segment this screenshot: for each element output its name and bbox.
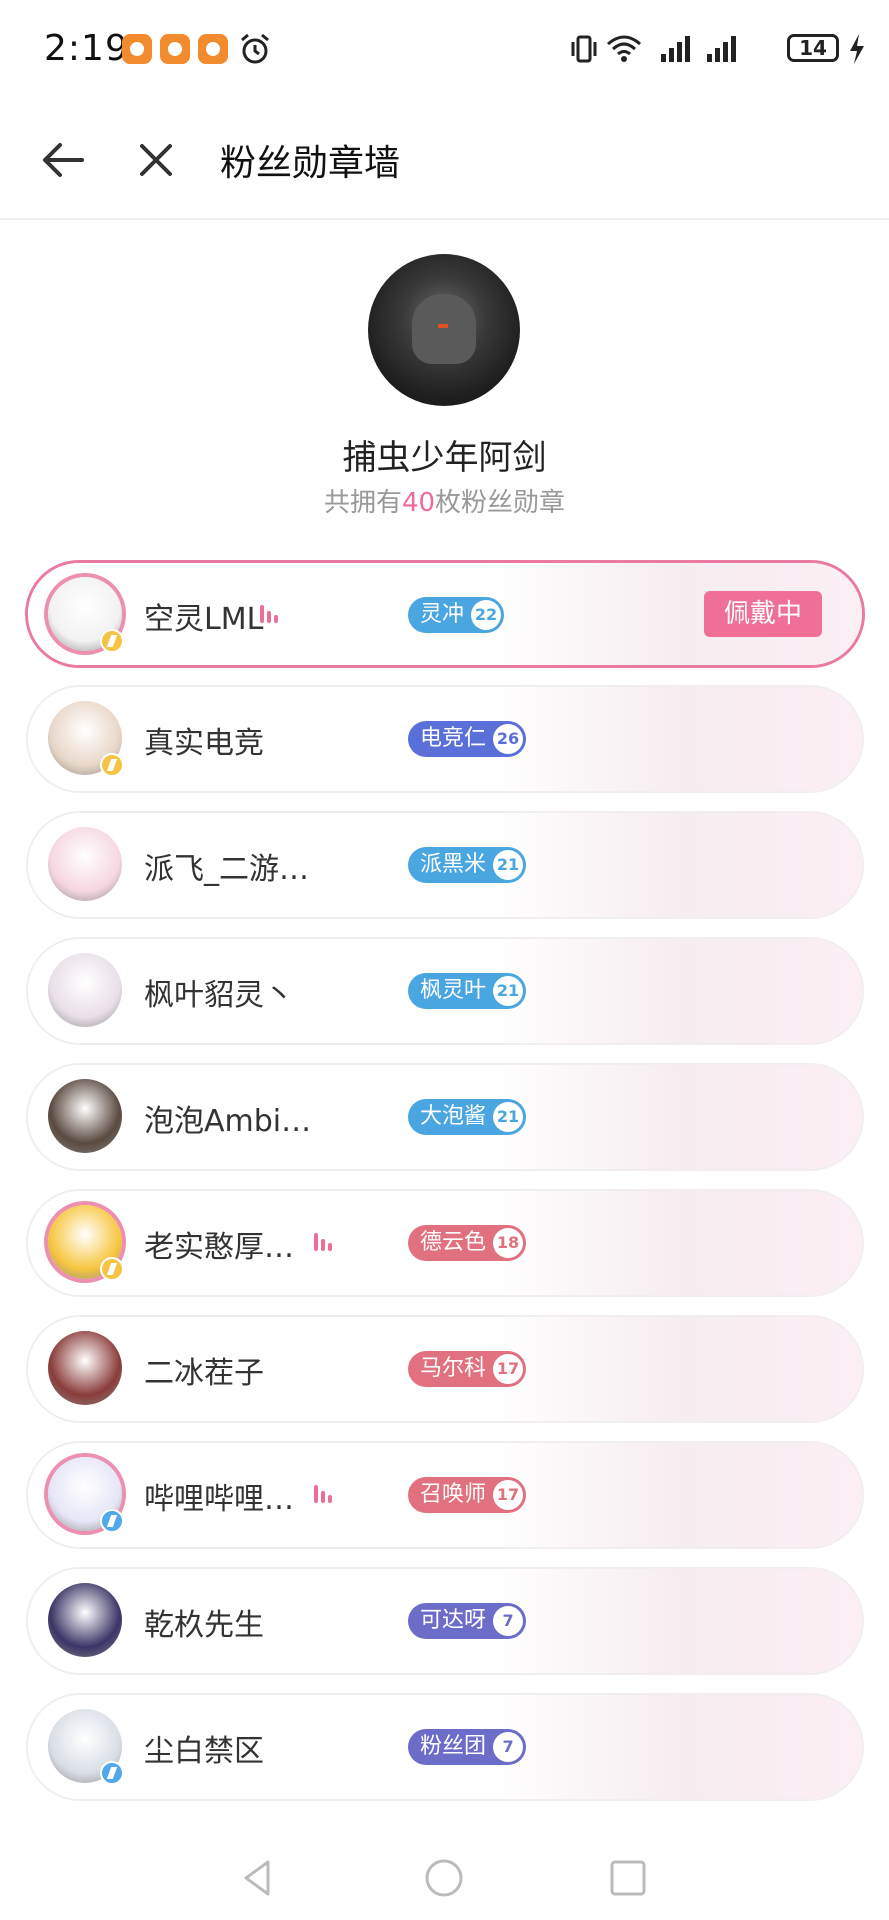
fan-medal-badge: 粉丝团 7 [408,1729,527,1765]
lightning-icon [100,1257,124,1281]
fan-medal-badge: 德云色 18 [408,1225,527,1261]
fan-medal-level: 22 [471,600,502,630]
fan-medal-badge: 灵冲 22 [408,597,505,633]
fan-medal-label: 枫灵叶 [420,978,487,1003]
fan-medal-label: 粉丝团 [420,1734,487,1759]
live-indicator-icon [314,1481,334,1503]
fan-medal-level: 21 [493,850,524,880]
fan-medal-badge: 大泡酱 21 [408,1099,527,1135]
medal-row[interactable]: 派飞_二游… 派黑米 21 [28,813,862,917]
streamer-name: 乾杦先生 [144,1608,264,1643]
notification-app-icon [122,34,152,64]
streamer-avatar[interactable] [48,827,122,901]
fan-medal-badge: 可达呀 7 [408,1603,527,1639]
fan-medal-badge: 电竞仁 26 [408,721,527,757]
medal-row[interactable]: 空灵LML 灵冲 22 佩戴中 [28,563,862,665]
nav-back-icon[interactable] [234,1854,282,1902]
fan-medal-level: 26 [493,724,524,754]
fan-medal-level: 21 [493,976,524,1006]
streamer-name: 二冰茬子 [144,1356,264,1391]
streamer-avatar[interactable] [48,953,122,1027]
fan-medal-level: 17 [493,1480,524,1510]
fan-medal-level: 17 [493,1354,524,1384]
wifi-icon [607,35,641,62]
medal-row[interactable]: 枫叶貂灵丶 枫灵叶 21 [28,939,862,1043]
streamer-name: 哔哩哔哩… [144,1482,294,1517]
fan-medal-level: 7 [493,1732,524,1762]
medal-count-prefix: 共拥有 [323,488,402,518]
lightning-icon [100,1509,124,1533]
fan-medal-label: 派黑米 [420,852,487,877]
fan-medal-label: 电竞仁 [420,726,487,751]
vibrate-icon [571,35,597,63]
fan-medal-label: 大泡酱 [420,1104,487,1129]
streamer-name: 老实憨厚… [144,1230,294,1265]
fan-medal-badge: 枫灵叶 21 [408,973,527,1009]
user-name: 捕虫少年阿剑 [342,438,547,478]
fan-medal-level: 21 [493,1102,524,1132]
signal-icon [707,36,736,62]
streamer-name: 派飞_二游… [144,852,309,887]
notification-app-icon [198,34,228,64]
streamer-avatar[interactable] [48,1583,122,1657]
streamer-name: 空灵LML [144,602,264,637]
battery-icon: 14 [787,34,839,62]
medal-row[interactable]: 二冰茬子 马尔科 17 [28,1317,862,1421]
header: 粉丝勋章墙 [0,100,889,220]
streamer-avatar[interactable] [48,1331,122,1405]
close-button[interactable] [124,128,188,192]
nav-home-icon[interactable] [420,1854,468,1902]
notification-app-icon [160,34,190,64]
medal-row[interactable]: 哔哩哔哩… 召唤师 17 [28,1443,862,1547]
fan-medal-badge: 派黑米 21 [408,847,527,883]
fan-medal-badge: 马尔科 17 [408,1351,527,1387]
signal-icon [661,36,690,62]
live-indicator-icon [314,1229,334,1251]
status-time: 2:19 [44,28,129,69]
lightning-icon [100,753,124,777]
status-icons: 14 [559,30,889,70]
fan-medal-badge: 召唤师 17 [408,1477,527,1513]
fan-medal-label: 德云色 [420,1230,487,1255]
page-title: 粉丝勋章墙 [220,143,401,184]
lightning-icon [100,1761,124,1785]
streamer-name: 泡泡Ambi… [144,1104,312,1139]
streamer-name: 真实电竞 [144,726,264,761]
fan-medal-level: 7 [493,1606,524,1636]
lightning-icon [100,629,124,653]
status-bar: 2:19 14 [0,0,889,100]
live-indicator-icon [260,601,280,623]
medal-row[interactable]: 真实电竞 电竞仁 26 [28,687,862,791]
medal-row[interactable]: 乾杦先生 可达呀 7 [28,1569,862,1673]
nav-recents-icon[interactable] [604,1854,652,1902]
medal-row[interactable]: 老实憨厚… 德云色 18 [28,1191,862,1295]
fan-medal-label: 马尔科 [420,1356,487,1381]
user-avatar[interactable] [368,254,520,406]
streamer-name: 枫叶貂灵丶 [144,978,294,1013]
fan-medal-label: 可达呀 [420,1608,487,1633]
medal-row[interactable]: 尘白禁区 粉丝团 7 [28,1695,862,1799]
medal-list: 空灵LML 灵冲 22 佩戴中 真实电竞 电竞仁 26 派飞_二游… 派黑米 21 枫叶貂灵丶 枫灵叶… [28,563,862,1821]
back-button[interactable] [32,128,96,192]
streamer-name: 尘白禁区 [144,1734,264,1769]
wearing-badge[interactable]: 佩戴中 [704,591,822,637]
medal-count-number: 40 [401,488,436,518]
alarm-icon [241,33,269,64]
medal-count: 共拥有40枚粉丝勋章 [0,482,889,519]
medal-row[interactable]: 泡泡Ambi… 大泡酱 21 [28,1065,862,1169]
fan-medal-level: 18 [493,1228,524,1258]
navigation-bar [0,1836,889,1920]
streamer-avatar[interactable] [48,1079,122,1153]
fan-medal-label: 灵冲 [420,602,465,627]
charging-icon [850,34,864,64]
fan-medal-label: 召唤师 [420,1482,487,1507]
medal-count-suffix: 枚粉丝勋章 [435,488,566,518]
